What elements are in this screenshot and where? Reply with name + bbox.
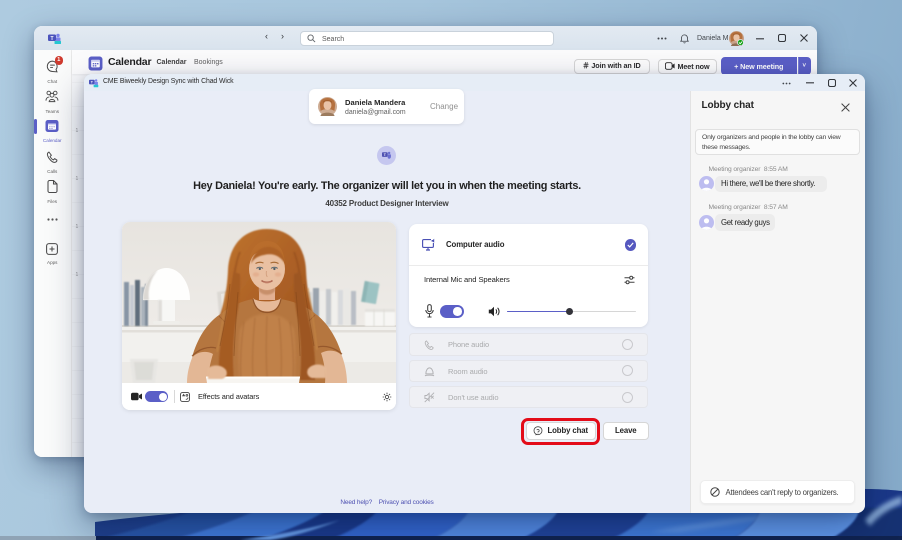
- svg-text:T: T: [50, 35, 53, 41]
